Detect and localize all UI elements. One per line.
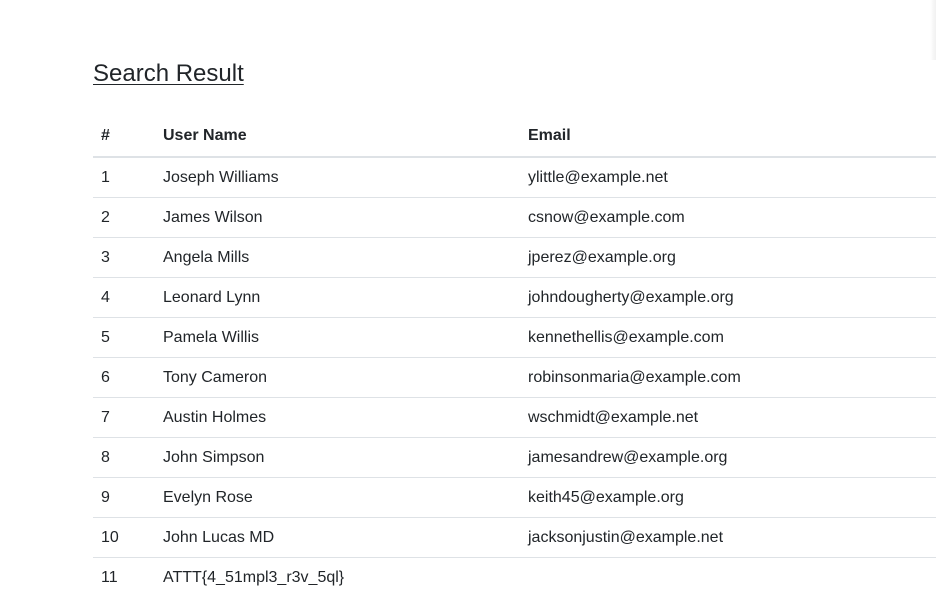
table-row: 11 ATTT{4_51mpl3_r3v_5ql}: [93, 558, 936, 598]
table-row: 7 Austin Holmes wschmidt@example.net: [93, 397, 936, 438]
row-email: [528, 558, 936, 598]
row-number: 1: [93, 157, 163, 198]
row-username: ATTT{4_51mpl3_r3v_5ql}: [163, 568, 345, 586]
row-number: 6: [93, 357, 163, 398]
row-email: ylittle@example.net: [528, 157, 936, 198]
table-row: 9 Evelyn Rose keith45@example.org: [93, 477, 936, 518]
row-username: Pamela Willis: [163, 317, 528, 358]
row-number: 7: [93, 397, 163, 438]
table-row: 5 Pamela Willis kennethellis@example.com: [93, 317, 936, 358]
row-number: 11: [101, 568, 118, 586]
table-row: 4 Leonard Lynn johndougherty@example.org: [93, 277, 936, 318]
row-email: jacksonjustin@example.net: [528, 517, 936, 558]
row-email: keith45@example.org: [528, 477, 936, 518]
table-row: 1 Joseph Williams ylittle@example.net: [93, 157, 936, 198]
table-header-row: # User Name Email: [93, 116, 936, 158]
table-row: 2 James Wilson csnow@example.com: [93, 197, 936, 238]
column-header-number: #: [93, 116, 163, 158]
row-username: Evelyn Rose: [163, 477, 528, 518]
row-email: jperez@example.org: [528, 237, 936, 278]
page: Search Result # User Name Email 1 Joseph…: [0, 0, 936, 616]
row-number: 10: [93, 517, 163, 558]
row-username: Leonard Lynn: [163, 277, 528, 318]
table-row: 3 Angela Mills jperez@example.org: [93, 237, 936, 278]
row-number: 8: [93, 437, 163, 478]
row-email: jamesandrew@example.org: [528, 437, 936, 478]
row-username: Austin Holmes: [163, 397, 528, 438]
row-number: 4: [93, 277, 163, 318]
table-row: 8 John Simpson jamesandrew@example.org: [93, 437, 936, 478]
row-email: kennethellis@example.com: [528, 317, 936, 358]
row-username: John Lucas MD: [163, 517, 528, 558]
row-username: John Simpson: [163, 437, 528, 478]
table-row: 10 John Lucas MD jacksonjustin@example.n…: [93, 517, 936, 558]
row-number: 2: [93, 197, 163, 238]
search-results-table: # User Name Email 1 Joseph Williams ylit…: [93, 116, 936, 597]
page-title: Search Result: [93, 60, 244, 87]
row-email: csnow@example.com: [528, 197, 936, 238]
table-row: 6 Tony Cameron robinsonmaria@example.com: [93, 357, 936, 398]
row-username: Tony Cameron: [163, 357, 528, 398]
row-number: 5: [93, 317, 163, 358]
row-username: James Wilson: [163, 197, 528, 238]
row-email: robinsonmaria@example.com: [528, 357, 936, 398]
column-header-email: Email: [528, 116, 936, 158]
table-body: 1 Joseph Williams ylittle@example.net 2 …: [93, 157, 936, 597]
row-email: wschmidt@example.net: [528, 397, 936, 438]
column-header-username: User Name: [163, 116, 528, 158]
window-edge-shadow: [930, 0, 936, 60]
row-number: 3: [93, 237, 163, 278]
row-username: Angela Mills: [163, 237, 528, 278]
row-email: johndougherty@example.org: [528, 277, 936, 318]
row-number: 9: [93, 477, 163, 518]
row-username: Joseph Williams: [163, 157, 528, 198]
